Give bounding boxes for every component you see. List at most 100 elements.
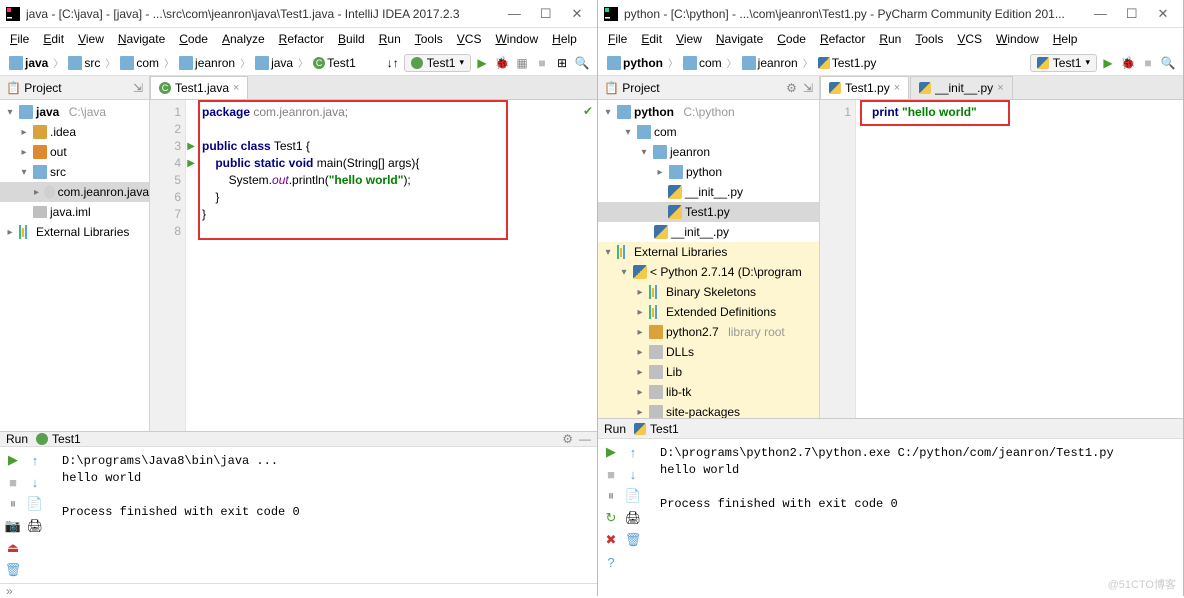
wrap-button[interactable]: 📄 <box>624 487 642 505</box>
tab-close-icon[interactable]: × <box>997 82 1003 94</box>
pause-button[interactable]: ⏸ <box>602 487 620 505</box>
gear-icon[interactable]: ⚙ <box>786 81 797 95</box>
gutter-run-icon[interactable]: ▶ <box>187 155 195 172</box>
console-output[interactable]: D:\programs\python2.7\python.exe C:/pyth… <box>652 439 1183 596</box>
menu-window[interactable]: Window <box>990 30 1045 48</box>
rerun-button[interactable]: ▶ <box>602 443 620 461</box>
down-button[interactable]: ↓ <box>26 473 44 491</box>
menu-vcs[interactable]: VCS <box>451 30 488 48</box>
crumb-python[interactable]: python <box>604 55 666 71</box>
menu-view[interactable]: View <box>72 30 110 48</box>
maximize-button[interactable]: ☐ <box>532 6 560 22</box>
crumb-file[interactable]: Test1.py <box>815 55 880 71</box>
crumb-src[interactable]: src <box>65 55 103 71</box>
trash-button[interactable]: 🗑 <box>624 531 642 549</box>
down-button[interactable]: ↓ <box>624 465 642 483</box>
minimize-button[interactable]: — <box>1086 6 1114 21</box>
print-button[interactable]: 🖨 <box>624 509 642 527</box>
tree-init1[interactable]: __init__.py <box>598 182 819 202</box>
menu-tools[interactable]: Tools <box>909 30 949 48</box>
restart-button[interactable]: ↻ <box>602 509 620 527</box>
stop-run-button[interactable]: ■ <box>602 465 620 483</box>
menu-edit[interactable]: Edit <box>37 30 70 48</box>
pause-button[interactable]: ⏸ <box>4 495 22 513</box>
crumb-java2[interactable]: java <box>252 55 296 71</box>
menu-navigate[interactable]: Navigate <box>112 30 171 48</box>
menu-analyze[interactable]: Analyze <box>216 30 271 48</box>
menu-file[interactable]: File <box>4 30 35 48</box>
tree-package[interactable]: ▸com.jeanron.java <box>0 182 149 202</box>
help-button[interactable]: ? <box>602 553 620 571</box>
tree-lib[interactable]: ▸Lib <box>598 362 819 382</box>
minimize-tool-icon[interactable]: — <box>579 432 591 446</box>
project-panel-header[interactable]: 📋 Project ⇲ <box>0 76 149 100</box>
print-button[interactable]: 🖨 <box>26 517 44 535</box>
menu-code[interactable]: Code <box>771 30 812 48</box>
tab-close-icon[interactable]: × <box>894 82 900 94</box>
crumb-com[interactable]: com <box>117 55 162 71</box>
crumb-java[interactable]: java <box>6 55 51 71</box>
trash-button[interactable]: 🗑 <box>4 561 22 579</box>
tree-binary-skeletons[interactable]: ▸Binary Skeletons <box>598 282 819 302</box>
tree-iml[interactable]: java.iml <box>0 202 149 222</box>
rerun-button[interactable]: ▶ <box>4 451 22 469</box>
menu-vcs[interactable]: VCS <box>951 30 988 48</box>
exit-button[interactable]: ⏏ <box>4 539 22 557</box>
tree-libtk[interactable]: ▸lib-tk <box>598 382 819 402</box>
code-body[interactable]: print "hello world" <box>856 100 1183 418</box>
run-button[interactable]: ▶ <box>473 54 491 72</box>
tab-init-py[interactable]: __init__.py× <box>910 76 1012 99</box>
run-button[interactable]: ▶ <box>1099 54 1117 72</box>
stop-run-button[interactable]: ■ <box>4 473 22 491</box>
run-config-selector[interactable]: Test1 ▾ <box>1030 54 1097 72</box>
close-run-button[interactable]: ✖ <box>602 531 620 549</box>
up-button[interactable]: ↑ <box>26 451 44 469</box>
tree-test1[interactable]: Test1.py <box>598 202 819 222</box>
gutter-run-icon[interactable]: ▶ <box>187 138 195 155</box>
tree-out[interactable]: ▸out <box>0 142 149 162</box>
tree-ext-libs[interactable]: ▸External Libraries <box>0 222 149 242</box>
tab-test1-java[interactable]: CTest1.java× <box>150 76 248 99</box>
crumb-class[interactable]: CTest1 <box>310 55 359 71</box>
tree-ext-libs[interactable]: ▾External Libraries <box>598 242 819 262</box>
menu-build[interactable]: Build <box>332 30 371 48</box>
tree-dlls[interactable]: ▸DLLs <box>598 342 819 362</box>
menu-tools[interactable]: Tools <box>409 30 449 48</box>
console-output[interactable]: D:\programs\Java8\bin\java ... hello wor… <box>54 447 597 583</box>
run-config-selector[interactable]: Test1 ▾ <box>404 54 471 72</box>
tree-root[interactable]: ▾java C:\java <box>0 102 149 122</box>
debug-button[interactable]: 🐞 <box>493 54 511 72</box>
stop-button[interactable]: ■ <box>533 54 551 72</box>
menu-help[interactable]: Help <box>546 30 583 48</box>
tab-close-icon[interactable]: × <box>233 82 239 94</box>
crumb-com[interactable]: com <box>680 55 725 71</box>
minimize-button[interactable]: — <box>500 6 528 21</box>
search-button[interactable]: 🔍 <box>1159 54 1177 72</box>
coverage-button[interactable]: ▦ <box>513 54 531 72</box>
menu-window[interactable]: Window <box>489 30 544 48</box>
crumb-jeanron[interactable]: jeanron <box>176 55 238 71</box>
stop-button[interactable]: ■ <box>1139 54 1157 72</box>
tree-init2[interactable]: __init__.py <box>598 222 819 242</box>
search-button[interactable]: 🔍 <box>573 54 591 72</box>
debug-button[interactable]: 🐞 <box>1119 54 1137 72</box>
menu-refactor[interactable]: Refactor <box>814 30 871 48</box>
menu-run[interactable]: Run <box>873 30 907 48</box>
up-button[interactable]: ↑ <box>624 443 642 461</box>
tree-jeanron[interactable]: ▾jeanron <box>598 142 819 162</box>
tree-ext-def[interactable]: ▸Extended Definitions <box>598 302 819 322</box>
close-button[interactable]: ✕ <box>563 6 591 22</box>
menu-file[interactable]: File <box>602 30 633 48</box>
settings-icon[interactable]: ⚙ <box>562 432 573 446</box>
tab-test1-py[interactable]: Test1.py× <box>820 76 909 99</box>
tree-src[interactable]: ▾src <box>0 162 149 182</box>
dump-button[interactable]: 📷 <box>4 517 22 535</box>
menu-navigate[interactable]: Navigate <box>710 30 769 48</box>
menu-run[interactable]: Run <box>373 30 407 48</box>
menu-view[interactable]: View <box>670 30 708 48</box>
structure-button[interactable]: ⊞ <box>553 54 571 72</box>
menu-code[interactable]: Code <box>173 30 214 48</box>
collapse-icon[interactable]: ⇲ <box>803 81 813 95</box>
tree-python[interactable]: ▸python <box>598 162 819 182</box>
tree-idea[interactable]: ▸.idea <box>0 122 149 142</box>
